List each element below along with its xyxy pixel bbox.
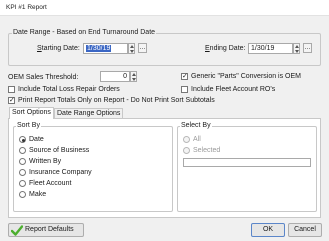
sort-options-panel: Sort By Date Source of Business Written By…	[8, 118, 321, 218]
fleet-ro-checkbox[interactable]	[181, 86, 188, 93]
tab-sort-options[interactable]: Sort Options	[9, 107, 54, 119]
sort-by-radio[interactable]	[19, 191, 26, 198]
fleet-ro-label: Include Fleet Account RO's	[191, 86, 276, 93]
starting-date-spinner[interactable]	[128, 43, 135, 54]
starting-date-picker-button[interactable]: ...	[138, 43, 147, 53]
select-selected-radio[interactable]	[183, 147, 190, 154]
starting-date-label: Starting Date:	[37, 45, 80, 52]
cancel-button[interactable]: Cancel	[288, 223, 322, 237]
select-all-label: All	[193, 136, 201, 143]
sort-by-option-label: Date	[29, 136, 44, 143]
generic-parts-checkbox[interactable]	[181, 72, 188, 80]
select-by-group-label: Select By	[180, 122, 212, 129]
sort-by-group-label: Sort By	[16, 122, 41, 129]
select-all-radio[interactable]	[183, 136, 190, 143]
ending-date-input[interactable]: 1/30/19	[248, 43, 293, 54]
print-totals-checkbox[interactable]	[8, 96, 15, 104]
generic-parts-label: Generic "Parts" Conversion is OEM	[191, 73, 302, 80]
sort-by-option-label: Source of Business	[29, 147, 90, 154]
green-checkmark-icon	[11, 225, 23, 236]
title-bar: KPI #1 Report	[0, 0, 329, 16]
oem-threshold-spinner[interactable]	[130, 71, 137, 82]
total-loss-checkbox[interactable]	[8, 86, 15, 93]
sort-by-radio[interactable]	[19, 136, 26, 143]
sort-by-radio[interactable]	[19, 169, 26, 176]
window-title: KPI #1 Report	[6, 4, 47, 11]
dialog-body: Date Range - Based on End Turnaround Dat…	[0, 16, 329, 241]
sort-by-option-label: Make	[29, 191, 47, 198]
ok-button[interactable]: OK	[251, 223, 285, 237]
date-range-group-label: Date Range - Based on End Turnaround Dat…	[12, 29, 157, 36]
report-defaults-label: Report Defaults	[25, 226, 74, 233]
starting-date-input[interactable]: 1/30/19	[83, 43, 128, 54]
oem-threshold-label: OEM Sales Threshold:	[8, 74, 79, 81]
total-loss-label: Include Total Loss Repair Orders	[18, 86, 120, 93]
sort-by-radio[interactable]	[19, 147, 26, 154]
starting-date-value: 1/30/19	[86, 45, 112, 52]
sort-by-radio[interactable]	[19, 158, 26, 165]
sort-by-option-label: Fleet Account	[29, 180, 72, 187]
oem-threshold-value: 0	[123, 73, 127, 80]
ending-date-value: 1/30/19	[251, 45, 275, 52]
selected-value-input[interactable]	[183, 158, 311, 167]
sort-by-option-label: Written By	[29, 158, 62, 165]
sort-by-option-label: Insurance Company	[29, 169, 92, 176]
report-defaults-button[interactable]: Report Defaults	[8, 223, 84, 237]
ending-date-label: Ending Date:	[205, 45, 246, 52]
select-selected-label: Selected	[193, 147, 221, 154]
ending-date-spinner[interactable]	[293, 43, 300, 54]
print-totals-label: Print Report Totals Only on Report - Do …	[18, 97, 215, 104]
oem-threshold-input[interactable]: 0	[100, 71, 130, 82]
ending-date-picker-button[interactable]: ...	[303, 43, 312, 53]
sort-by-radio[interactable]	[19, 180, 26, 187]
